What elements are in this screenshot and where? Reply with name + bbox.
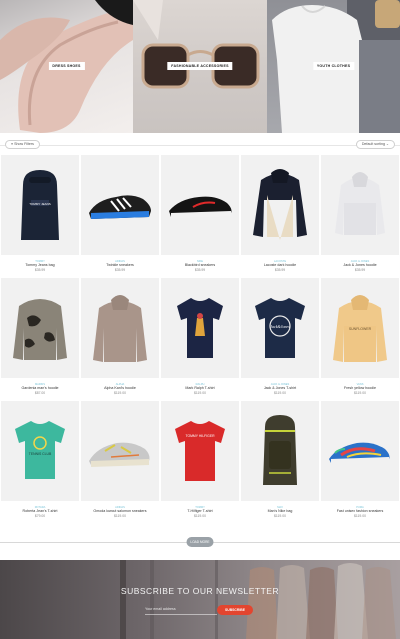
show-filters-button[interactable]: ≡ Show Filters [5, 140, 40, 149]
product-image: SUNFLOWER [321, 278, 399, 378]
product-price: $119.00 [193, 514, 206, 518]
hero-banners: DRESS SHOES FASHIONABLE ACCESSORIES YOUT… [0, 0, 400, 133]
svg-text:TOMMY JEANS: TOMMY JEANS [29, 202, 51, 206]
product-card[interactable]: TOMMY HILFIGER TOMMY T-Hilfiger T-shirt … [160, 401, 240, 523]
product-image [241, 401, 319, 501]
product-price: $119.00 [273, 391, 286, 395]
product-card[interactable]: JACK & JONES Jack & Jones hoodie $35.99 [320, 155, 400, 277]
product-image [81, 155, 159, 255]
hero-label-youth: YOUTH CLOTHES [312, 62, 355, 70]
product-price: $35.99 [274, 268, 286, 272]
product-price: $79.00 [34, 514, 46, 518]
hero-banner-accessories[interactable]: FASHIONABLE ACCESSORIES [133, 0, 267, 133]
load-more-button[interactable]: LOAD MORE [186, 537, 214, 547]
hero-label-accessories: FASHIONABLE ACCESSORIES [167, 62, 233, 70]
load-more-section: LOAD MORE [0, 537, 400, 547]
product-image: TOMMY HILFIGER [161, 401, 239, 501]
product-price: $35.99 [34, 268, 46, 272]
product-card[interactable]: NIKE Blackbird sneakers $35.99 [160, 155, 240, 277]
newsletter-email-input[interactable] [145, 604, 217, 615]
svg-text:TOMMY HILFIGER: TOMMY HILFIGER [185, 434, 215, 438]
product-image: TOMMY JEANS [1, 155, 79, 255]
product-price: $119.00 [353, 391, 366, 395]
subscribe-button[interactable]: SUBSCRIBE [217, 605, 253, 615]
product-image [1, 278, 79, 378]
product-image [161, 278, 239, 378]
newsletter-title: SUBSCRIBE TO OUR NEWSLETTER [120, 586, 280, 596]
svg-text:Jack&Jones: Jack&Jones [270, 324, 290, 329]
product-card[interactable]: ADIDAS Twinkle sneakers $35.99 [80, 155, 160, 277]
product-name[interactable]: Twinkle sneakers [80, 263, 160, 267]
product-image [321, 155, 399, 255]
product-card[interactable]: RALPH Mark Ralph T-shirt $119.00 [160, 278, 240, 400]
hero-banner-shoes[interactable]: DRESS SHOES [0, 0, 133, 133]
product-name[interactable]: T-Hilfiger T-shirt [160, 509, 240, 513]
product-price: $87.00 [34, 391, 46, 395]
product-card[interactable]: Jack&Jones JACK & JONES Jack & Jones T-s… [240, 278, 320, 400]
sort-select[interactable]: Default sorting ⌄ [355, 140, 395, 149]
product-image [161, 155, 239, 255]
product-name[interactable]: Roberta Jean's T-shirt [0, 509, 80, 513]
product-price: $119.00 [193, 391, 206, 395]
product-image [81, 401, 159, 501]
product-name[interactable]: Omoda lowcut salomon sneakers [80, 509, 160, 513]
product-card[interactable]: MARKIS Gardenia man's hoodie $87.00 [0, 278, 80, 400]
svg-text:TENNIS CLUB: TENNIS CLUB [29, 452, 52, 456]
product-price: $35.99 [194, 268, 206, 272]
hero-banner-youth[interactable]: YOUTH CLOTHES [267, 0, 400, 133]
newsletter-section: SUBSCRIBE TO OUR NEWSLETTER [0, 560, 400, 639]
product-name[interactable]: Fresh yellow hoodie [320, 386, 400, 390]
product-image [81, 278, 159, 378]
product-image: TENNIS CLUB [1, 401, 79, 501]
product-name[interactable]: Fast unisex fashion sneakers [320, 509, 400, 513]
product-name[interactable]: Man's Nike bag [240, 509, 320, 513]
filter-divider [0, 145, 400, 146]
product-name[interactable]: Jack & Jones hoodie [320, 263, 400, 267]
product-name[interactable]: Blackbird sneakers [160, 263, 240, 267]
product-card[interactable]: ADIDAS Omoda lowcut salomon sneakers $11… [80, 401, 160, 523]
product-card[interactable]: MAX Man's Nike bag $119.00 [240, 401, 320, 523]
svg-text:SUNFLOWER: SUNFLOWER [349, 327, 372, 331]
product-name[interactable]: Mark Ralph T-shirt [160, 386, 240, 390]
product-image [321, 401, 399, 501]
product-name[interactable]: Lacoste dark hoodie [240, 263, 320, 267]
product-image: Jack&Jones [241, 278, 319, 378]
product-card[interactable]: SUNFLOWER VANS Fresh yellow hoodie $119.… [320, 278, 400, 400]
product-price: $35.99 [354, 268, 366, 272]
product-name[interactable]: Jack & Jones T-shirt [240, 386, 320, 390]
product-image [241, 155, 319, 255]
product-name[interactable]: Alpha Kani's hoodie [80, 386, 160, 390]
product-card[interactable]: PUMA Fast unisex fashion sneakers $119.0… [320, 401, 400, 523]
product-card[interactable]: ALPHA Alpha Kani's hoodie $119.00 [80, 278, 160, 400]
product-price: $35.99 [114, 268, 126, 272]
product-price: $119.00 [113, 514, 126, 518]
hero-label-shoes: DRESS SHOES [48, 62, 85, 70]
filter-bar: ≡ Show Filters Default sorting ⌄ [0, 139, 400, 151]
clothing-rack-background [120, 560, 396, 639]
product-name[interactable]: Gardenia man's hoodie [0, 386, 80, 390]
product-price: $119.00 [113, 391, 126, 395]
product-name[interactable]: Tommy Jeans bag [0, 263, 80, 267]
product-card[interactable]: TOMMY JEANS TOMMY Tommy Jeans bag $35.99 [0, 155, 80, 277]
product-price: $119.00 [273, 514, 286, 518]
product-card[interactable]: LACOSTE Lacoste dark hoodie $35.99 [240, 155, 320, 277]
chevron-down-icon: ⌄ [384, 142, 389, 146]
product-price: $119.00 [353, 514, 366, 518]
product-card[interactable]: TENNIS CLUB ROTARA Roberta Jean's T-shir… [0, 401, 80, 523]
